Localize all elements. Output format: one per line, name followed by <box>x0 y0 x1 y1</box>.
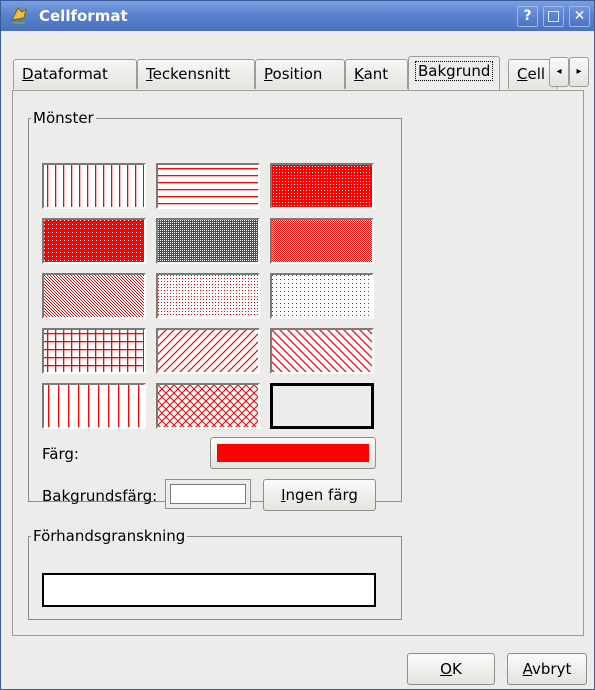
preview-group-title: Förhandsgranskning <box>31 527 188 545</box>
tab-kant[interactable]: Kant <box>345 59 408 89</box>
tab-panel-bakgrund: Mönster Färg: Bakgrundsfärg: Ingen färg … <box>12 90 584 636</box>
color-label: Färg: <box>42 445 79 463</box>
pattern-medium-light-dots[interactable] <box>42 273 146 319</box>
pattern-horizontal-lines[interactable] <box>156 163 260 209</box>
pattern-diagonal-crosshatch[interactable] <box>156 383 260 429</box>
background-color-label: Bakgrundsfärg: <box>42 487 158 505</box>
background-color-button[interactable] <box>165 479 251 509</box>
pattern-group: Mönster Färg: Bakgrundsfärg: Ingen färg <box>28 109 402 511</box>
pattern-color-swatch <box>217 444 369 462</box>
pattern-fine-crosshatch-dots[interactable] <box>156 218 260 264</box>
preview-box <box>42 573 376 607</box>
tab-bakgrund[interactable]: Bakgrund <box>408 56 500 90</box>
tab-scroll-left-button[interactable]: ◂ <box>549 57 569 87</box>
pattern-medium-dots[interactable] <box>270 218 374 264</box>
cancel-button[interactable]: Avbryt <box>507 653 587 685</box>
tab-scroll-right-button[interactable]: ▸ <box>569 57 589 87</box>
pattern-grid[interactable] <box>42 328 146 374</box>
app-icon <box>11 7 27 24</box>
no-color-button[interactable]: Ingen färg <box>263 479 376 511</box>
pattern-diagonal-down[interactable] <box>270 328 374 374</box>
pattern-none-selected[interactable] <box>270 383 374 429</box>
pattern-diagonal-up[interactable] <box>156 328 260 374</box>
pattern-vertical-lines[interactable] <box>42 163 146 209</box>
tab-teckensnitt[interactable]: Teckensnitt <box>137 59 255 89</box>
tab-dataformat[interactable]: Dataformat <box>13 59 137 89</box>
title-bar[interactable]: Cellformat ? □ ✕ <box>1 1 594 31</box>
pattern-dense-dots[interactable] <box>270 163 374 209</box>
maximize-button[interactable]: □ <box>543 6 564 27</box>
close-button[interactable]: ✕ <box>569 6 590 27</box>
tab-bar: Dataformat Teckensnitt Position Kant Bak… <box>13 56 593 90</box>
background-color-swatch <box>170 484 246 504</box>
pattern-group-title: Mönster <box>31 109 96 127</box>
pattern-color-button[interactable] <box>210 437 376 469</box>
pattern-sparse-dots[interactable] <box>270 273 374 319</box>
pattern-light-dots[interactable] <box>156 273 260 319</box>
pattern-solid-fine-dots[interactable] <box>42 218 146 264</box>
pattern-vertical-lines-wide[interactable] <box>42 383 146 429</box>
help-button[interactable]: ? <box>517 6 538 27</box>
ok-button[interactable]: OK <box>407 653 495 685</box>
window-title: Cellformat <box>39 7 128 25</box>
tab-position[interactable]: Position <box>255 59 345 89</box>
cellformat-dialog: Cellformat ? □ ✕ Dataformat Teckensnitt … <box>0 0 595 690</box>
preview-group: Förhandsgranskning <box>28 527 402 620</box>
